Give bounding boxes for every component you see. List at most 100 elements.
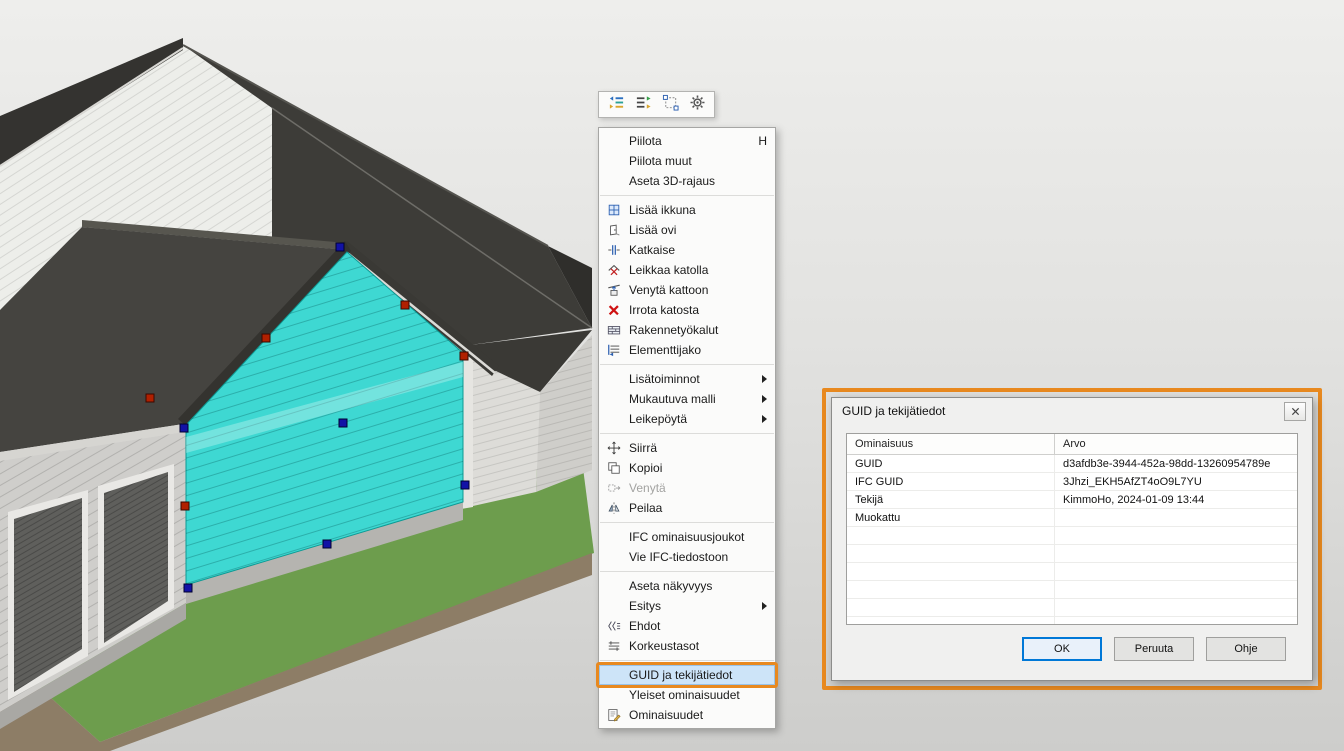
selection-handle-blue[interactable] <box>339 419 347 427</box>
conditions-icon <box>605 618 623 634</box>
table-row[interactable] <box>847 527 1297 545</box>
property-cell: IFC GUID <box>847 473 1055 490</box>
ok-button[interactable]: OK <box>1022 637 1102 661</box>
menu-item-piilota[interactable]: PiilotaH <box>599 131 775 151</box>
menu-item-peilaa[interactable]: Peilaa <box>599 498 775 518</box>
close-icon <box>1291 407 1300 416</box>
selection-handle-blue[interactable] <box>336 243 344 251</box>
table-header[interactable]: Ominaisuus Arvo <box>847 434 1297 455</box>
menu-item-rakennetyokalut[interactable]: Rakennetyökalut <box>599 320 775 340</box>
menu-item-ifc-ominaisuusjoukot[interactable]: IFC ominaisuusjoukot <box>599 527 775 547</box>
table-row[interactable]: GUIDd3afdb3e-3944-452a-98dd-13260954789e <box>847 455 1297 473</box>
peruuta-button[interactable]: Peruuta <box>1114 637 1194 661</box>
menu-item-esitys[interactable]: Esitys <box>599 596 775 616</box>
menu-item-label: Irrota katosta <box>629 303 767 317</box>
table-row[interactable] <box>847 563 1297 581</box>
selection-handle-red[interactable] <box>181 502 189 510</box>
menu-item-label: Lisää ikkuna <box>629 203 767 217</box>
selection-frame-button[interactable] <box>658 94 682 115</box>
menu-item-lisatoiminnot[interactable]: Lisätoiminnot <box>599 369 775 389</box>
menu-item-label: Mukautuva malli <box>629 392 754 406</box>
menu-item-label: Kopioi <box>629 461 767 475</box>
mirror-icon <box>605 500 623 516</box>
table-row[interactable]: TekijäKimmoHo, 2024-01-09 13:44 <box>847 491 1297 509</box>
menu-item-label: Lisätoiminnot <box>629 372 754 386</box>
menu-item-siirra[interactable]: Siirrä <box>599 438 775 458</box>
menu-item-vie-ifc-tiedostoon[interactable]: Vie IFC-tiedostoon <box>599 547 775 567</box>
table-row[interactable] <box>847 545 1297 563</box>
menu-item-ominaisuudet[interactable]: Ominaisuudet <box>599 705 775 725</box>
selection-handle-red[interactable] <box>460 352 468 360</box>
model-organizer-button[interactable] <box>604 94 628 115</box>
selection-handle-red[interactable] <box>401 301 409 309</box>
menu-shortcut: H <box>758 134 767 148</box>
property-cell <box>847 599 1055 616</box>
no-icon <box>605 133 623 149</box>
property-cell: Tekijä <box>847 491 1055 508</box>
menu-item-label: Leikepöytä <box>629 412 754 426</box>
menu-item-katkaise[interactable]: Katkaise <box>599 240 775 260</box>
selection-handle-blue[interactable] <box>461 481 469 489</box>
property-cell <box>847 563 1055 580</box>
menu-item-venyta[interactable]: Venytä <box>599 478 775 498</box>
menu-item-ehdot[interactable]: Ehdot <box>599 616 775 636</box>
no-icon <box>605 529 623 545</box>
menu-item-piilota-muut[interactable]: Piilota muut <box>599 151 775 171</box>
table-row[interactable] <box>847 581 1297 599</box>
settings-gear-button[interactable] <box>685 94 709 115</box>
menu-item-guid-ja-tekijatiedot[interactable]: GUID ja tekijätiedot <box>599 665 775 685</box>
value-cell <box>1055 545 1297 562</box>
no-icon <box>605 578 623 594</box>
menu-item-irrota-katosta[interactable]: Irrota katosta <box>599 300 775 320</box>
dialog-title: GUID ja tekijätiedot <box>842 404 945 418</box>
menu-item-label: Korkeustasot <box>629 639 767 653</box>
menu-item-label: Rakennetyökalut <box>629 323 767 337</box>
detach-icon <box>605 302 623 318</box>
table-row[interactable]: IFC GUID3Jhzi_EKH5AfZT4oO9L7YU <box>847 473 1297 491</box>
menu-item-elementtijako[interactable]: Elementtijako <box>599 340 775 360</box>
element-list-icon <box>635 94 652 116</box>
annotation-highlight-dialog: GUID ja tekijätiedot Ominaisuus Arvo GUI… <box>822 388 1322 690</box>
value-cell: KimmoHo, 2024-01-09 13:44 <box>1055 491 1297 508</box>
value-cell <box>1055 527 1297 544</box>
selection-handle-red[interactable] <box>146 394 154 402</box>
menu-item-label: Katkaise <box>629 243 767 257</box>
copy-icon <box>605 460 623 476</box>
door-icon <box>605 222 623 238</box>
selection-handle-blue[interactable] <box>323 540 331 548</box>
property-cell <box>847 581 1055 598</box>
move-icon <box>605 440 623 456</box>
no-icon <box>605 371 623 387</box>
selection-handle-red[interactable] <box>262 334 270 342</box>
element-list-button[interactable] <box>631 94 655 115</box>
properties-table: Ominaisuus Arvo GUIDd3afdb3e-3944-452a-9… <box>846 433 1298 625</box>
selection-frame-icon <box>662 94 679 116</box>
menu-item-leikkaa-katolla[interactable]: Leikkaa katolla <box>599 260 775 280</box>
window-icon <box>605 202 623 218</box>
menu-item-aseta-3d-rajaus[interactable]: Aseta 3D-rajaus <box>599 171 775 191</box>
menu-item-mukautuva-malli[interactable]: Mukautuva malli <box>599 389 775 409</box>
table-row[interactable] <box>847 617 1297 625</box>
menu-item-korkeustasot[interactable]: Korkeustasot <box>599 636 775 656</box>
dialog-titlebar[interactable]: GUID ja tekijätiedot <box>832 398 1312 424</box>
selection-handle-blue[interactable] <box>184 584 192 592</box>
menu-item-label: IFC ominaisuusjoukot <box>629 530 767 544</box>
ohje-button[interactable]: Ohje <box>1206 637 1286 661</box>
selection-handle-blue[interactable] <box>180 424 188 432</box>
table-row[interactable]: Muokattu <box>847 509 1297 527</box>
menu-item-kopioi[interactable]: Kopioi <box>599 458 775 478</box>
menu-item-aseta-nakyvyys[interactable]: Aseta näkyvyys <box>599 576 775 596</box>
column-header-property[interactable]: Ominaisuus <box>847 434 1055 454</box>
context-menu: PiilotaHPiilota muutAseta 3D-rajaus Lisää… <box>598 127 776 729</box>
close-button[interactable] <box>1284 402 1306 421</box>
menu-item-yleiset-ominaisuudet[interactable]: Yleiset ominaisuudet <box>599 685 775 705</box>
property-cell <box>847 527 1055 544</box>
menu-item-venyta-kattoon[interactable]: Venytä kattoon <box>599 280 775 300</box>
menu-item-lisaa-ovi[interactable]: Lisää ovi <box>599 220 775 240</box>
column-header-value[interactable]: Arvo <box>1055 434 1297 454</box>
menu-item-leikepoyta[interactable]: Leikepöytä <box>599 409 775 429</box>
table-row[interactable] <box>847 599 1297 617</box>
submenu-arrow-icon <box>762 395 767 403</box>
menu-item-lisaa-ikkuna[interactable]: Lisää ikkuna <box>599 200 775 220</box>
menu-item-label: Lisää ovi <box>629 223 767 237</box>
